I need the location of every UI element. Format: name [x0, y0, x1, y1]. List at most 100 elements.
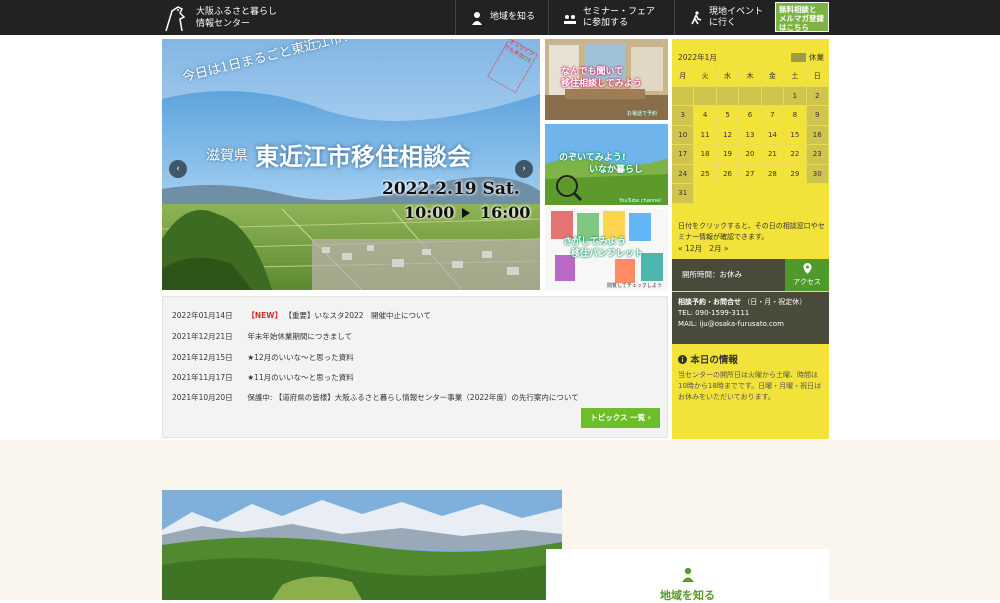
calendar-month-nav: « 12月 2月 »	[678, 243, 728, 254]
calendar-day	[672, 86, 695, 106]
news-item[interactable]: 2021年12月21日 年末年始休業期間につきまして	[172, 331, 352, 342]
calendar-day[interactable]: 8	[784, 106, 807, 126]
news-date: 2021年10月20日	[172, 393, 233, 402]
thumb-pamphlet-line-2: 移住パンフレット	[571, 249, 644, 259]
calendar-day[interactable]: 14	[761, 125, 785, 145]
calendar-day[interactable]: 26	[716, 164, 740, 184]
calendar-month: 2022年1月	[678, 53, 717, 62]
area-guide-card[interactable]: 地域を知る	[546, 549, 829, 602]
weekday-label: 日	[806, 67, 829, 87]
nav-seminar[interactable]: セミナー・フェア に参加する	[548, 0, 674, 35]
contact-title: 相談予約・お問合せ	[678, 298, 741, 306]
nav-seminar-label-1: セミナー・フェア	[583, 6, 656, 17]
calendar-day[interactable]: 15	[784, 125, 807, 145]
calendar-day[interactable]: 16	[806, 125, 829, 145]
calendar-day[interactable]: 28	[761, 164, 785, 184]
logo-line-2: 情報センター	[196, 18, 251, 29]
news-item[interactable]: 2021年10月20日 保護中: 【道府県の皆様】大阪ふるさと暮らし情報センター…	[172, 392, 579, 403]
calendar-week: 31	[672, 184, 829, 204]
calendar-week: 3 4 5 6 7 8 9	[672, 106, 829, 126]
walking-icon	[691, 10, 702, 24]
contact-closed-days: （日・月・祝定休）	[743, 298, 807, 306]
calendar-week: 24 25 26 27 28 29 30	[672, 164, 829, 184]
today-info-heading: 本日の情報	[678, 352, 738, 366]
thumb-pamphlet-line-1: さがしてみよう	[563, 237, 626, 247]
hero-time-end: 16:00	[480, 203, 531, 222]
calendar-day[interactable]: 22	[784, 145, 807, 165]
logo-line-1: 大阪ふるさと暮らし	[196, 6, 278, 17]
cta-line-1: 無料相談と	[779, 5, 817, 14]
calendar-day[interactable]: 29	[784, 164, 807, 184]
calendar-day[interactable]: 11	[694, 125, 717, 145]
calendar-day[interactable]: 30	[806, 164, 829, 184]
calendar-day[interactable]: 3	[672, 106, 695, 126]
free-consult-newsletter-button[interactable]: 無料相談と メルマガ登録 はこちら	[775, 2, 829, 32]
calendar-day[interactable]: 4	[694, 106, 717, 126]
map-pin-icon	[803, 263, 811, 274]
thumb-consultation[interactable]: なんでも聞いて 移住相談してみよう お電話で予約	[545, 39, 668, 120]
contact-mail[interactable]: MAIL: iju@osaka-furusato.com	[678, 319, 823, 330]
calendar-day[interactable]: 25	[694, 164, 717, 184]
news-item[interactable]: 2021年11月17日 ★11月のいいな～と思った資料	[172, 372, 354, 383]
thumb-consultation-caption: お電話で予約	[627, 111, 658, 117]
calendar-day[interactable]: 12	[716, 125, 740, 145]
calendar-day[interactable]: 20	[739, 145, 762, 165]
calendar-day[interactable]: 31	[672, 184, 695, 204]
area-section-image	[162, 490, 562, 600]
contact-tel[interactable]: TEL: 090-1599-3111	[678, 308, 823, 319]
today-info-text: 当センターの開所日は火曜から土曜、時間は10時から18時までです。日曜・月曜・祝…	[678, 371, 822, 401]
area-guide-title: 地域を知る	[660, 589, 715, 602]
topics-list-button[interactable]: トピックス 一覧 ›	[581, 408, 660, 428]
calendar-day[interactable]: 13	[739, 125, 762, 145]
calendar-week: 10 11 12 13 14 15 16	[672, 125, 829, 145]
calendar-day[interactable]: 1	[784, 86, 807, 106]
weekday-label: 土	[784, 67, 807, 87]
slider-prev-button[interactable]: ‹	[169, 160, 187, 178]
time-arrow-icon	[462, 208, 470, 218]
calendar-day[interactable]: 7	[761, 106, 785, 126]
calendar-legend-label: 休業	[809, 53, 824, 62]
calendar-day[interactable]: 6	[739, 106, 762, 126]
thumb-youtube-line-1: のぞいてみよう!	[559, 153, 626, 163]
holiday-swatch	[791, 53, 806, 62]
prev-month-link[interactable]: « 12月	[678, 244, 702, 253]
nav-area-guide-label: 地域を知る	[490, 12, 536, 22]
calendar-day[interactable]: 19	[716, 145, 740, 165]
hero-slider[interactable]: 今日は1日まるごと東近江市！！ オンラインでも参加OK 滋賀県 東近江市移住相談…	[162, 39, 540, 290]
calendar-day	[716, 86, 740, 106]
nav-area-guide[interactable]: 地域を知る	[455, 0, 548, 35]
calendar-day[interactable]: 24	[672, 164, 695, 184]
calendar-day[interactable]: 23	[806, 145, 829, 165]
nav-local-event[interactable]: 現地イベント に行く	[674, 0, 774, 35]
calendar-legend: 休業	[791, 52, 824, 63]
slider-next-button[interactable]: ›	[515, 160, 533, 178]
sidebar: 2022年1月 休業 月 火 水 木 金 土 日 1 2 3 4 5 6 7 8…	[672, 39, 829, 439]
calendar-day[interactable]: 27	[739, 164, 762, 184]
news-item[interactable]: 2021年12月15日 ★12月のいいな～と思った資料	[172, 352, 354, 363]
news-list: 2022年01月14日 【NEW】 【重要】いなスタ2022 開催中止について …	[162, 296, 668, 438]
hero-date: 2022.2.19 Sat.	[382, 179, 520, 199]
news-item[interactable]: 2022年01月14日 【NEW】 【重要】いなスタ2022 開催中止について	[172, 310, 431, 321]
access-label: アクセス	[793, 278, 821, 286]
calendar-note: 日付をクリックすると、その日の相談窓口やセミナー情報が確認できます。	[678, 222, 825, 241]
news-title: 年末年始休業期間につきまして	[247, 332, 353, 341]
calendar-day[interactable]: 2	[806, 86, 829, 106]
site-logo[interactable]: 大阪ふるさと暮らし 情報センター	[162, 0, 277, 35]
access-button[interactable]: アクセス	[785, 259, 829, 291]
thumb-consultation-line-1: なんでも聞いて	[561, 67, 624, 77]
thumb-pamphlet[interactable]: さがしてみよう 移住パンフレット 閲覧してチェックしよう	[545, 209, 668, 290]
thumb-youtube[interactable]: のぞいてみよう! いなか暮らし YouTube channel	[545, 124, 668, 205]
calendar-day[interactable]: 5	[716, 106, 740, 126]
weekday-label: 月	[672, 67, 695, 87]
calendar-day[interactable]: 9	[806, 106, 829, 126]
news-date: 2021年12月15日	[172, 353, 233, 362]
person-icon	[472, 11, 482, 25]
calendar-day[interactable]: 18	[694, 145, 717, 165]
next-month-link[interactable]: 2月 »	[709, 244, 728, 253]
calendar-day[interactable]: 17	[672, 145, 695, 165]
calendar-day[interactable]: 10	[672, 125, 695, 145]
cta-line-3: はこちら	[779, 23, 809, 32]
nav-seminar-label-2: に参加する	[583, 17, 629, 28]
calendar-week: 1 2	[672, 86, 829, 106]
calendar-day[interactable]: 21	[761, 145, 785, 165]
